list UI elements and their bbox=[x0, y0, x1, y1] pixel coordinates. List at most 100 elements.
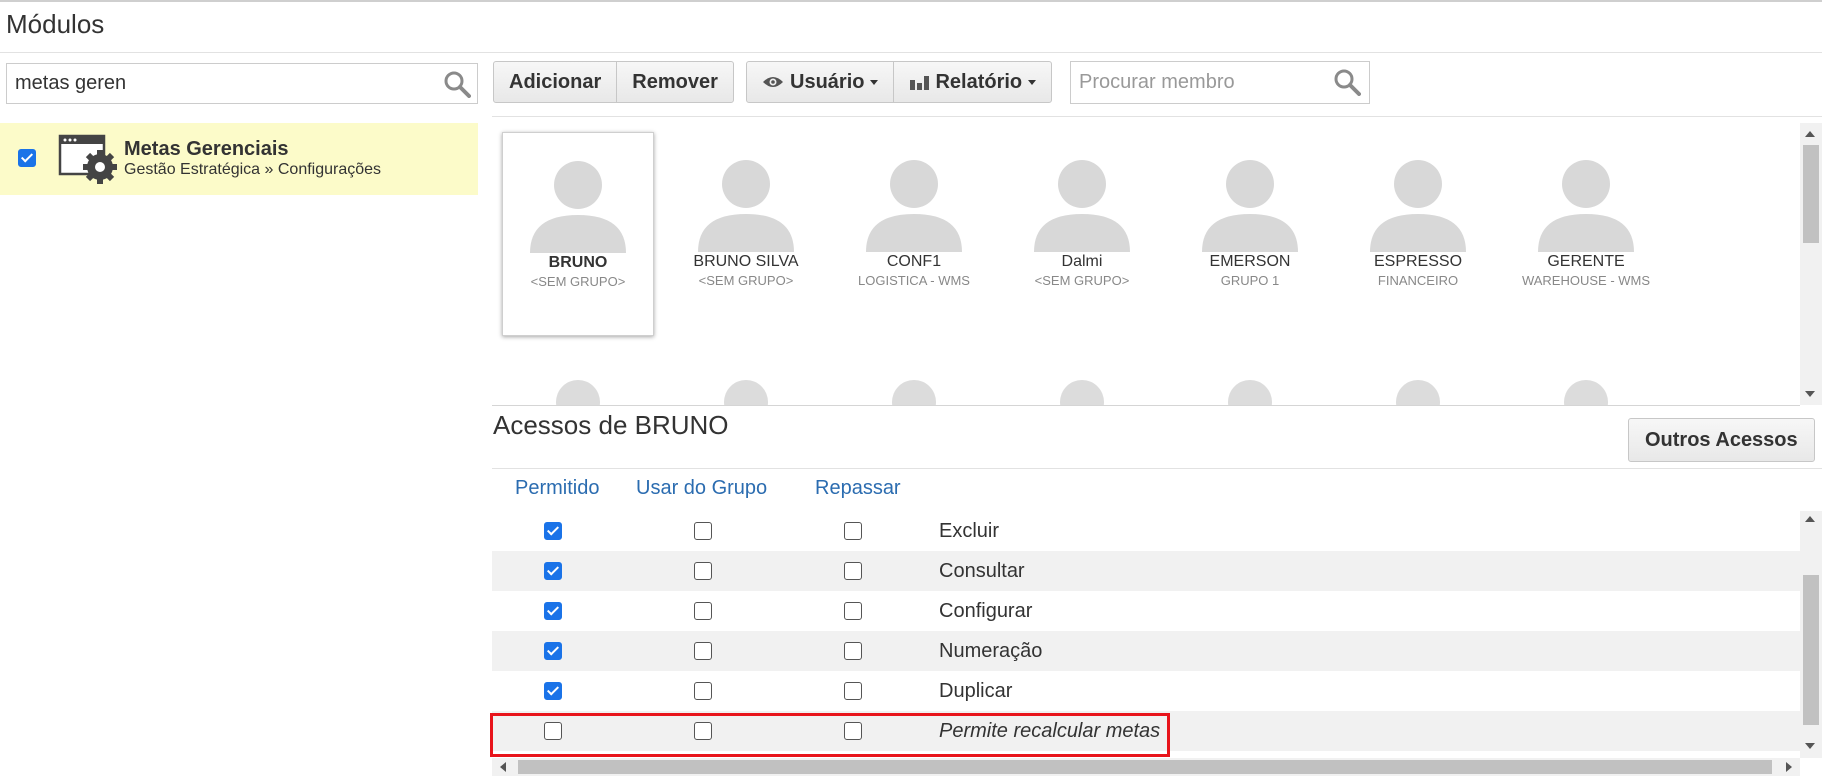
permitido-checkbox[interactable] bbox=[544, 562, 562, 580]
user-avatar-icon bbox=[530, 161, 626, 253]
user-avatar-icon bbox=[1370, 160, 1466, 252]
access-list: Excluir Consultar Configurar Numeração D… bbox=[492, 511, 1800, 758]
scrollbar-thumb[interactable] bbox=[1803, 575, 1819, 725]
access-scrollbar[interactable] bbox=[1800, 511, 1822, 758]
view-group: Usuário Relatório bbox=[746, 61, 1053, 103]
member-group: <SEM GRUPO> bbox=[530, 274, 626, 289]
member-group: WAREHOUSE - WMS bbox=[1521, 273, 1651, 288]
scroll-up-icon[interactable] bbox=[1805, 131, 1815, 137]
member-name: BRUNO bbox=[548, 254, 608, 271]
member-card[interactable]: BRUNO <SEM GRUPO> bbox=[502, 132, 654, 336]
access-label: Excluir bbox=[939, 520, 1000, 542]
scrollbar-thumb[interactable] bbox=[1803, 145, 1819, 243]
page-title: Módulos bbox=[6, 9, 105, 39]
permitido-checkbox[interactable] bbox=[544, 522, 562, 540]
other-access-button[interactable]: Outros Acessos bbox=[1628, 418, 1815, 462]
user-avatar-icon bbox=[1202, 160, 1298, 252]
access-label: Permite recalcular metas bbox=[939, 720, 1161, 742]
scroll-right-icon[interactable] bbox=[1786, 762, 1792, 772]
user-avatar-icon bbox=[556, 380, 600, 405]
divider bbox=[492, 468, 1822, 469]
eye-icon bbox=[763, 77, 783, 87]
user-avatar-icon bbox=[1538, 160, 1634, 252]
top-border bbox=[0, 0, 1822, 2]
access-label: Consultar bbox=[939, 560, 1025, 582]
members-scrollbar[interactable] bbox=[1800, 123, 1822, 405]
usar-grupo-checkbox[interactable] bbox=[694, 682, 712, 700]
user-avatar-icon bbox=[724, 380, 768, 405]
scroll-down-icon[interactable] bbox=[1805, 391, 1815, 397]
search-icon[interactable] bbox=[1333, 68, 1361, 96]
module-search-input[interactable] bbox=[7, 64, 427, 102]
add-button[interactable]: Adicionar bbox=[494, 62, 616, 102]
user-avatar-icon bbox=[892, 380, 936, 405]
permitido-checkbox[interactable] bbox=[544, 682, 562, 700]
member-card[interactable]: GERENTE WAREHOUSE - WMS bbox=[1510, 132, 1662, 336]
member-search-box bbox=[1070, 61, 1370, 104]
member-group: <SEM GRUPO> bbox=[698, 273, 794, 288]
permitido-checkbox[interactable] bbox=[544, 722, 562, 740]
member-search-input[interactable] bbox=[1071, 62, 1321, 102]
members-grid: BRUNO <SEM GRUPO> BRUNO SILVA <SEM GRUPO… bbox=[492, 122, 1800, 405]
repassar-checkbox[interactable] bbox=[844, 722, 862, 740]
module-path: Gestão Estratégica » Configurações bbox=[124, 161, 382, 178]
module-name: Metas Gerenciais bbox=[124, 138, 289, 160]
user-avatar-icon bbox=[698, 160, 794, 252]
repassar-checkbox[interactable] bbox=[844, 682, 862, 700]
usar-grupo-checkbox[interactable] bbox=[694, 522, 712, 540]
user-avatar-icon bbox=[1060, 380, 1104, 405]
access-label: Duplicar bbox=[939, 680, 1013, 702]
user-avatar-icon bbox=[866, 160, 962, 252]
usar-grupo-checkbox[interactable] bbox=[694, 642, 712, 660]
column-header-permitido[interactable]: Permitido bbox=[515, 477, 599, 500]
member-name: Dalmi bbox=[1061, 253, 1103, 270]
repassar-checkbox[interactable] bbox=[844, 522, 862, 540]
repassar-checkbox[interactable] bbox=[844, 602, 862, 620]
chevron-down-icon bbox=[1028, 79, 1037, 85]
member-group: <SEM GRUPO> bbox=[1034, 273, 1130, 288]
usar-grupo-checkbox[interactable] bbox=[694, 722, 712, 740]
scroll-left-icon[interactable] bbox=[500, 762, 506, 772]
search-icon[interactable] bbox=[443, 70, 471, 98]
member-name: CONF1 bbox=[886, 253, 942, 270]
member-card[interactable]: Dalmi <SEM GRUPO> bbox=[1006, 132, 1158, 336]
usar-grupo-checkbox[interactable] bbox=[694, 562, 712, 580]
member-card[interactable]: CONF1 LOGISTICA - WMS bbox=[838, 132, 990, 336]
user-dropdown-button[interactable]: Usuário bbox=[747, 62, 893, 102]
user-avatar-icon bbox=[1228, 380, 1272, 405]
usar-grupo-checkbox[interactable] bbox=[694, 602, 712, 620]
member-name: GERENTE bbox=[1547, 253, 1625, 270]
access-horizontal-scrollbar[interactable] bbox=[492, 758, 1800, 776]
access-title: Acessos de BRUNO bbox=[493, 410, 729, 440]
access-row: Excluir bbox=[492, 511, 1800, 551]
member-actions-group: Adicionar Remover bbox=[493, 61, 734, 103]
scrollbar-thumb[interactable] bbox=[518, 760, 1772, 774]
member-card[interactable]: ESPRESSO FINANCEIRO bbox=[1342, 132, 1494, 336]
permitido-checkbox[interactable] bbox=[544, 602, 562, 620]
module-search-box bbox=[6, 63, 478, 104]
divider bbox=[492, 405, 1800, 406]
access-row: Duplicar bbox=[492, 671, 1800, 711]
column-header-usar-grupo[interactable]: Usar do Grupo bbox=[636, 477, 767, 500]
module-checkbox[interactable] bbox=[18, 149, 36, 167]
member-name: BRUNO SILVA bbox=[693, 253, 799, 270]
member-card[interactable]: EMERSON GRUPO 1 bbox=[1174, 132, 1326, 336]
report-dropdown-button[interactable]: Relatório bbox=[893, 62, 1051, 102]
access-row: Consultar bbox=[492, 551, 1800, 591]
access-row: Permite recalcular metas bbox=[492, 711, 1800, 751]
divider bbox=[0, 52, 1822, 53]
scroll-down-icon[interactable] bbox=[1805, 743, 1815, 749]
scroll-up-icon[interactable] bbox=[1805, 516, 1815, 522]
permitido-checkbox[interactable] bbox=[544, 642, 562, 660]
user-avatar-icon bbox=[1034, 160, 1130, 252]
repassar-checkbox[interactable] bbox=[844, 562, 862, 580]
bar-chart-icon bbox=[910, 76, 930, 90]
column-header-repassar[interactable]: Repassar bbox=[815, 477, 901, 500]
access-label: Configurar bbox=[939, 600, 1033, 622]
member-card[interactable]: BRUNO SILVA <SEM GRUPO> bbox=[670, 132, 822, 336]
repassar-checkbox[interactable] bbox=[844, 642, 862, 660]
member-group: FINANCEIRO bbox=[1377, 273, 1459, 288]
user-avatar-icon bbox=[1396, 380, 1440, 405]
remove-button[interactable]: Remover bbox=[616, 62, 733, 102]
user-dropdown-label: Usuário bbox=[790, 70, 865, 93]
